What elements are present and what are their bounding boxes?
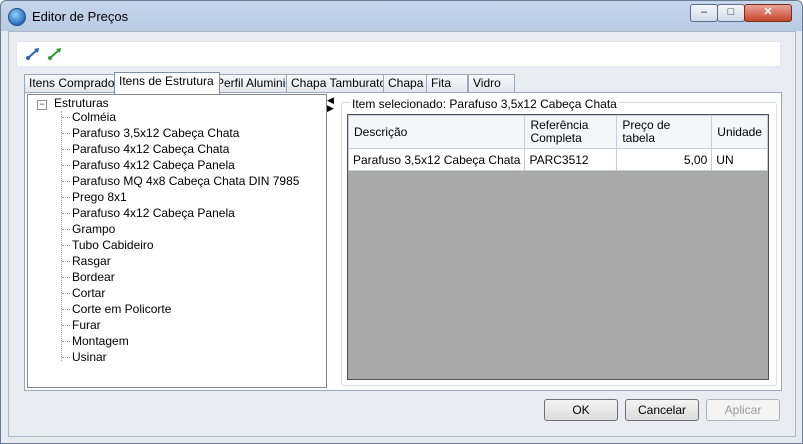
cell-descricao[interactable]: Parafuso 3,5x12 Cabeça Chata xyxy=(347,148,526,171)
tree-item[interactable]: Parafuso 3,5x12 Cabeça Chata xyxy=(61,125,239,141)
toolbar xyxy=(16,41,781,67)
tab-vidro[interactable]: Vidro xyxy=(468,74,515,92)
tree-item[interactable]: Parafuso 4x12 Cabeça Chata xyxy=(61,141,229,157)
cell-preco-input[interactable]: 5,00 xyxy=(616,148,713,171)
tree-item[interactable]: Tubo Cabideiro xyxy=(62,237,154,253)
tree-item[interactable]: Furar xyxy=(62,317,101,333)
tree-item[interactable]: Parafuso 4x12 Cabeça Panela xyxy=(62,205,235,221)
tree-item[interactable]: Corte em Policorte xyxy=(61,301,171,317)
cancel-button[interactable]: Cancelar xyxy=(625,399,699,421)
ok-button[interactable]: OK xyxy=(544,399,618,421)
tab-chapa-tamburato[interactable]: Chapa Tamburato xyxy=(286,74,389,92)
tab-chapa[interactable]: Chapa xyxy=(383,74,432,92)
tree-item[interactable]: Grampo xyxy=(61,221,115,237)
close-button[interactable]: ✕ xyxy=(744,4,792,22)
selected-item-label: Item selecionado: Parafuso 3,5x12 Cabeça… xyxy=(350,97,619,111)
tree-item[interactable]: Usinar xyxy=(62,349,107,365)
tree-item[interactable]: Bordear xyxy=(62,269,115,285)
tree-item[interactable]: Parafuso 4x12 Cabeça Panela xyxy=(62,157,235,173)
tree-collapse-toggle[interactable]: − xyxy=(37,100,47,110)
column-header-referencia[interactable]: Referência Completa xyxy=(524,115,618,149)
price-table: Descrição Referência Completa Preço de t… xyxy=(347,115,768,171)
tree-root[interactable]: Estruturas xyxy=(54,96,109,110)
apply-button[interactable]: Aplicar xyxy=(706,399,780,421)
window-title: Editor de Preços xyxy=(32,9,129,24)
cell-referencia[interactable]: PARC3512 xyxy=(524,148,618,171)
expand-icon[interactable] xyxy=(25,47,41,61)
splitter-arrows[interactable]: ◀ ▶ xyxy=(327,96,335,113)
tab-fita[interactable]: Fita xyxy=(426,74,468,92)
table-row[interactable]: Parafuso 3,5x12 Cabeça Chata PARC3512 5,… xyxy=(347,148,768,171)
editor-window: Editor de Preços – □ ✕ Itens Comprados I… xyxy=(0,0,803,444)
tab-itens-de-estrutura[interactable]: Itens de Estrutura xyxy=(114,72,220,94)
cell-unidade[interactable]: UN xyxy=(711,148,768,171)
tree-item[interactable]: Parafuso MQ 4x8 Cabeça Chata DIN 7985 xyxy=(61,173,299,189)
app-globe-icon xyxy=(8,8,26,26)
price-grid[interactable]: Descrição Referência Completa Preço de t… xyxy=(347,114,769,380)
tab-itens-comprados[interactable]: Itens Comprados xyxy=(24,74,120,92)
minimize-button[interactable]: – xyxy=(690,4,718,22)
collapse-icon[interactable] xyxy=(47,47,63,61)
tree-item[interactable]: Montagem xyxy=(62,333,129,349)
arrow-right-icon[interactable]: ▶ xyxy=(327,104,335,113)
column-header-preco[interactable]: Preço de tabela xyxy=(616,115,713,149)
maximize-button[interactable]: □ xyxy=(717,4,745,22)
structure-tree[interactable]: − Estruturas Colméia Parafuso 3,5x12 Cab… xyxy=(27,94,327,388)
tree-item[interactable]: Cortar xyxy=(61,285,105,301)
tree-item[interactable]: Rasgar xyxy=(62,253,111,269)
tab-perfil-aluminio[interactable]: Perfil Aluminio xyxy=(211,74,295,92)
tree-item[interactable]: Prego 8x1 xyxy=(62,189,127,205)
title-bar[interactable]: Editor de Preços – □ ✕ xyxy=(1,1,802,31)
tree-item[interactable]: Colméia xyxy=(61,109,116,125)
column-header-descricao[interactable]: Descrição xyxy=(347,115,526,149)
column-header-unidade[interactable]: Unidade xyxy=(711,115,768,149)
grid-header-row: Descrição Referência Completa Preço de t… xyxy=(347,115,768,149)
